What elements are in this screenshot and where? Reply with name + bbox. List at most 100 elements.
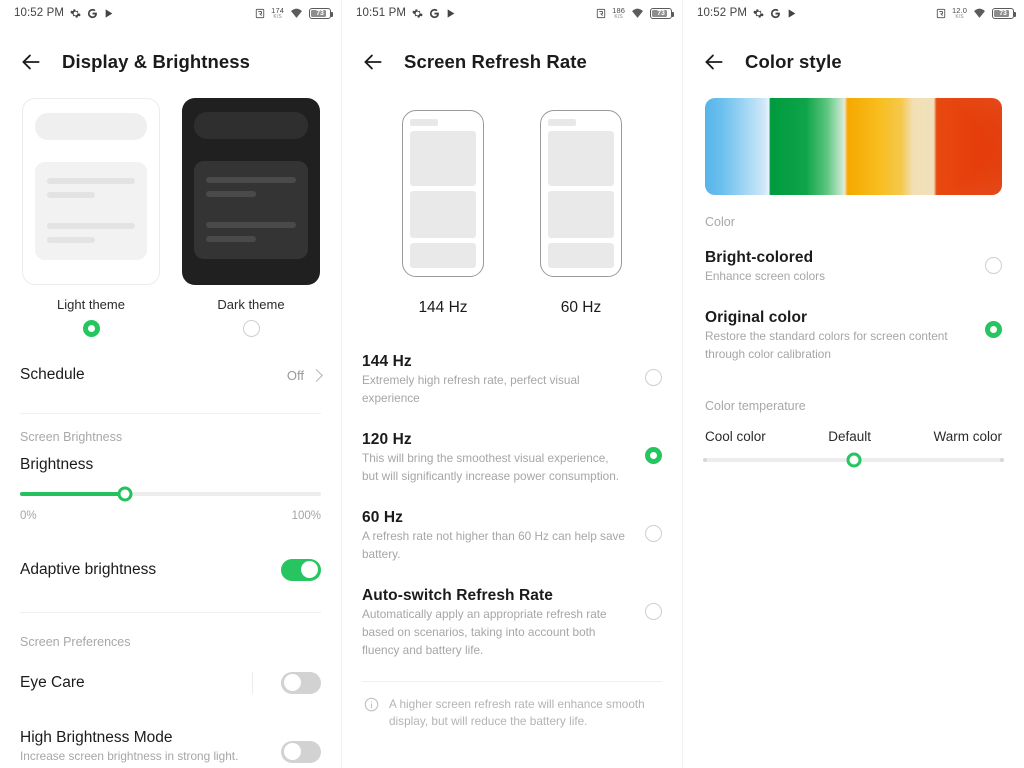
schedule-right: Off bbox=[287, 368, 323, 383]
option-text: 60 Hz A refresh rate not higher than 60 … bbox=[362, 509, 645, 563]
battery-icon: 73 bbox=[309, 7, 334, 19]
brightness-slider[interactable] bbox=[0, 482, 341, 502]
option-title: 144 Hz bbox=[362, 353, 412, 370]
option-60hz[interactable]: 60 Hz A refresh rate not higher than 60 … bbox=[342, 497, 682, 575]
option-desc: This will bring the smoothest visual exp… bbox=[362, 451, 620, 483]
option-60hz-radio[interactable] bbox=[645, 525, 662, 542]
color-temperature-thumb[interactable] bbox=[846, 452, 861, 468]
high-brightness-label: High Brightness Mode bbox=[20, 728, 173, 746]
phone-mock-block bbox=[548, 130, 614, 186]
theme-selector: Light theme Dark theme bbox=[0, 82, 341, 337]
panel-color-style: 10:52 PM 12.0 K/S 73 Color style Color B… bbox=[682, 0, 1024, 768]
preview-line bbox=[47, 223, 135, 229]
row-brightness: Brightness bbox=[0, 448, 341, 482]
status-time: 10:51 PM bbox=[356, 7, 407, 19]
google-icon bbox=[429, 8, 440, 19]
phone-mock-block bbox=[548, 242, 614, 269]
option-144hz-radio[interactable] bbox=[645, 369, 662, 386]
dark-theme-radio[interactable] bbox=[242, 320, 260, 337]
option-bright-colored[interactable]: Bright-colored Enhance screen colors bbox=[683, 239, 1024, 295]
temperature-default-label: Default bbox=[828, 429, 872, 444]
back-arrow-icon[interactable] bbox=[701, 49, 727, 75]
page-title: Screen Refresh Rate bbox=[404, 51, 587, 72]
option-144hz[interactable]: 144 Hz Extremely high refresh rate, perf… bbox=[342, 341, 682, 419]
option-text: 144 Hz Extremely high refresh rate, perf… bbox=[362, 353, 645, 407]
phone-mock-caption-bar bbox=[410, 119, 438, 126]
nfc-icon bbox=[936, 8, 946, 19]
back-arrow-icon[interactable] bbox=[18, 49, 44, 75]
wifi-icon bbox=[631, 8, 644, 19]
temperature-warm-label: Warm color bbox=[933, 429, 1002, 444]
google-icon bbox=[770, 8, 781, 19]
settings-gear-icon bbox=[753, 8, 764, 19]
option-text: Auto-switch Refresh Rate Automatically a… bbox=[362, 587, 645, 659]
preview-block bbox=[194, 161, 308, 259]
color-temperature-track[interactable] bbox=[703, 452, 1004, 468]
theme-label: Dark theme bbox=[217, 297, 285, 312]
brightness-track[interactable] bbox=[20, 486, 321, 502]
row-schedule[interactable]: Schedule Off bbox=[0, 351, 341, 399]
theme-option-light[interactable]: Light theme bbox=[22, 98, 160, 337]
theme-option-dark[interactable]: Dark theme bbox=[182, 98, 320, 337]
color-temperature-slider[interactable] bbox=[683, 444, 1024, 468]
preview-line bbox=[206, 236, 256, 242]
eye-care-toggle[interactable] bbox=[281, 671, 321, 694]
option-original-color[interactable]: Original color Restore the standard colo… bbox=[683, 295, 1024, 377]
preview-144hz: 144 Hz bbox=[402, 110, 484, 317]
option-title: 60 Hz bbox=[362, 509, 403, 526]
wifi-icon bbox=[973, 8, 986, 19]
settings-gear-icon bbox=[70, 8, 81, 19]
refresh-rate-options: 144 Hz Extremely high refresh rate, perf… bbox=[342, 341, 682, 671]
brightness-thumb[interactable] bbox=[117, 486, 133, 502]
row-eye-care[interactable]: Eye Care bbox=[0, 659, 341, 707]
status-time: 10:52 PM bbox=[14, 7, 65, 19]
option-text: 120 Hz This will bring the smoothest vis… bbox=[362, 431, 645, 485]
phone-mock-block bbox=[548, 190, 614, 238]
adaptive-brightness-label: Adaptive brightness bbox=[20, 560, 157, 578]
option-120hz[interactable]: 120 Hz This will bring the smoothest vis… bbox=[342, 419, 682, 497]
light-theme-radio[interactable] bbox=[82, 320, 100, 337]
option-auto-switch[interactable]: Auto-switch Refresh Rate Automatically a… bbox=[342, 575, 682, 671]
option-title: Bright-colored bbox=[705, 249, 814, 266]
eye-care-label: Eye Care bbox=[20, 673, 85, 691]
high-brightness-toggle[interactable] bbox=[281, 740, 321, 763]
battery-icon: 73 bbox=[992, 7, 1017, 19]
chevron-right-icon bbox=[310, 368, 323, 382]
preview-line bbox=[206, 222, 296, 228]
temperature-cool-label: Cool color bbox=[705, 429, 766, 444]
option-desc: A refresh rate not higher than 60 Hz can… bbox=[362, 529, 625, 561]
option-original-color-radio[interactable] bbox=[985, 321, 1002, 338]
network-speed: 12.0 K/S bbox=[952, 6, 967, 20]
high-brightness-text: High Brightness Mode Increase screen bri… bbox=[20, 729, 281, 765]
status-bar-right: 12.0 K/S 73 bbox=[936, 6, 1017, 20]
option-120hz-radio[interactable] bbox=[645, 447, 662, 464]
track-end-dot-left bbox=[703, 457, 707, 462]
status-bar-left: 10:52 PM bbox=[697, 7, 797, 19]
page-title: Color style bbox=[745, 51, 842, 72]
title-bar: Screen Refresh Rate bbox=[342, 26, 682, 82]
option-desc: Extremely high refresh rate, perfect vis… bbox=[362, 373, 580, 405]
back-arrow-icon[interactable] bbox=[360, 49, 386, 75]
status-time: 10:52 PM bbox=[697, 7, 748, 19]
status-bar-left: 10:52 PM bbox=[14, 7, 114, 19]
phone-mock-block bbox=[410, 130, 476, 186]
option-bright-colored-radio[interactable] bbox=[985, 257, 1002, 274]
preview-60hz: 60 Hz bbox=[540, 110, 622, 317]
row-high-brightness-mode[interactable]: High Brightness Mode Increase screen bri… bbox=[0, 721, 341, 768]
brightness-range-labels: 0% 100% bbox=[0, 496, 341, 522]
adaptive-brightness-toggle[interactable] bbox=[281, 558, 321, 581]
option-auto-switch-radio[interactable] bbox=[645, 603, 662, 620]
color-temperature-labels: Cool color Default Warm color bbox=[683, 417, 1024, 444]
preview-bar bbox=[35, 113, 147, 140]
toggle-knob bbox=[301, 560, 319, 578]
phone-mock-block bbox=[410, 242, 476, 269]
status-bar-right: 186 K/S 73 bbox=[596, 6, 675, 20]
play-icon bbox=[787, 8, 797, 19]
play-icon bbox=[104, 8, 114, 19]
light-theme-preview bbox=[22, 98, 160, 285]
battery-percent: 73 bbox=[999, 9, 1007, 17]
preview-line bbox=[206, 191, 256, 197]
status-bar: 10:52 PM 174 K/S 73 bbox=[0, 0, 341, 26]
row-adaptive-brightness[interactable]: Adaptive brightness bbox=[0, 546, 341, 594]
option-text: Bright-colored Enhance screen colors bbox=[705, 249, 985, 285]
